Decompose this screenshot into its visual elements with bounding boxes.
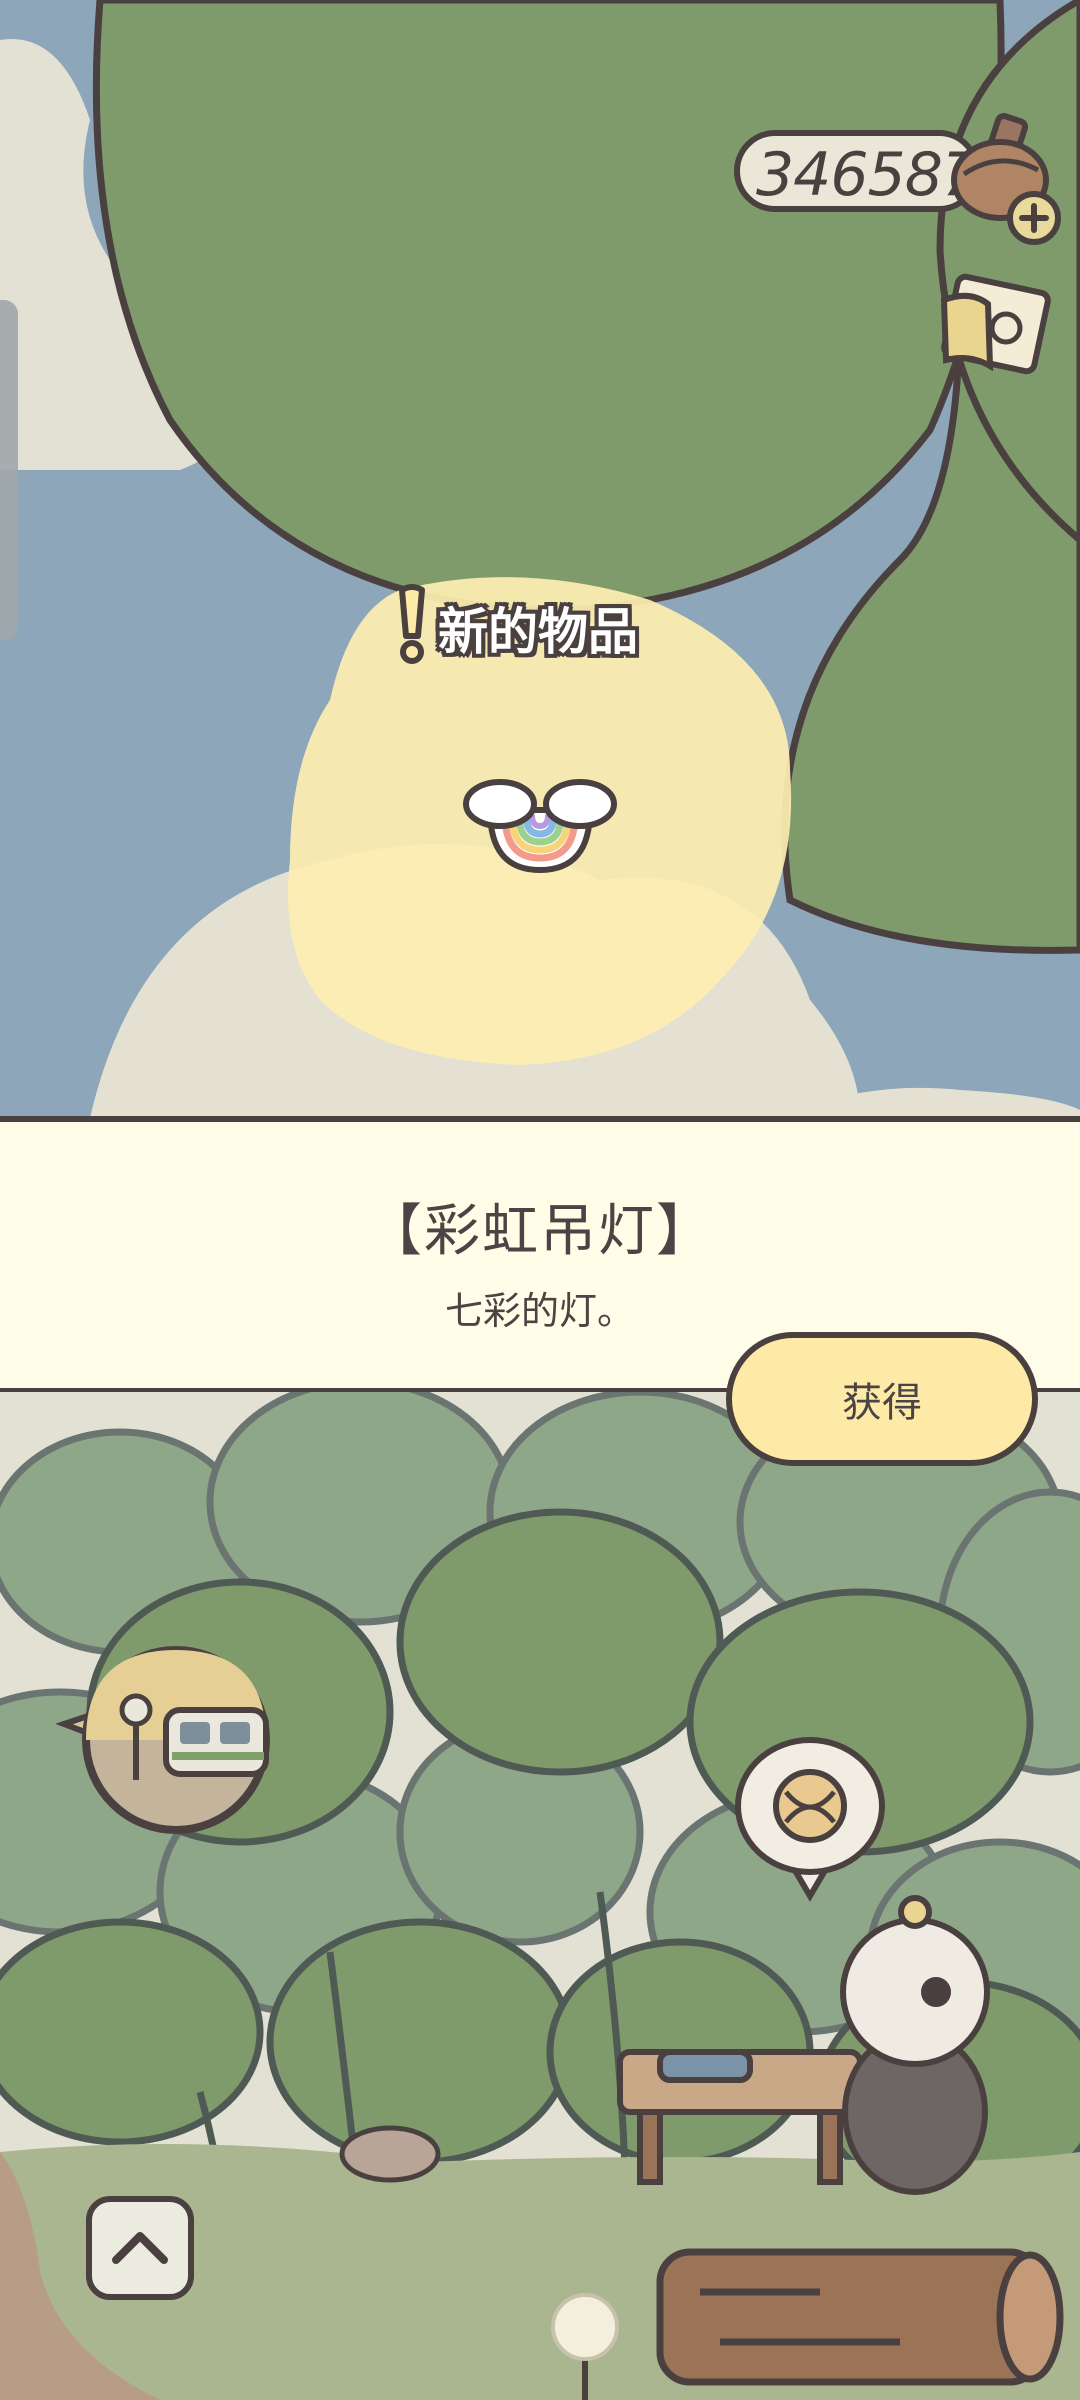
chevron-up-icon: [112, 2232, 168, 2264]
new-item-label: 新的物品: [438, 603, 638, 661]
postcard-album-icon[interactable]: [930, 270, 1060, 390]
rock: [339, 2125, 441, 2183]
exclamation-icon: [399, 584, 425, 664]
item-description: 七彩的灯。: [444, 1289, 635, 1333]
rainbow-lamp-icon[interactable]: [460, 770, 620, 880]
acorn-pot-icon[interactable]: [944, 110, 1064, 246]
side-drawer-handle[interactable]: [0, 300, 18, 640]
yarn-ball-bubble-icon[interactable]: [730, 1732, 890, 1902]
get-button[interactable]: 获得: [726, 1332, 1038, 1466]
leaf-big: [92, 0, 1005, 614]
log: [656, 2248, 1064, 2386]
train-bubble-icon[interactable]: [56, 1640, 286, 1840]
sheep-craftsman: [840, 1895, 990, 2195]
item-title: 【彩虹吊灯】: [366, 1199, 714, 1264]
collapse-button[interactable]: [86, 2196, 194, 2300]
